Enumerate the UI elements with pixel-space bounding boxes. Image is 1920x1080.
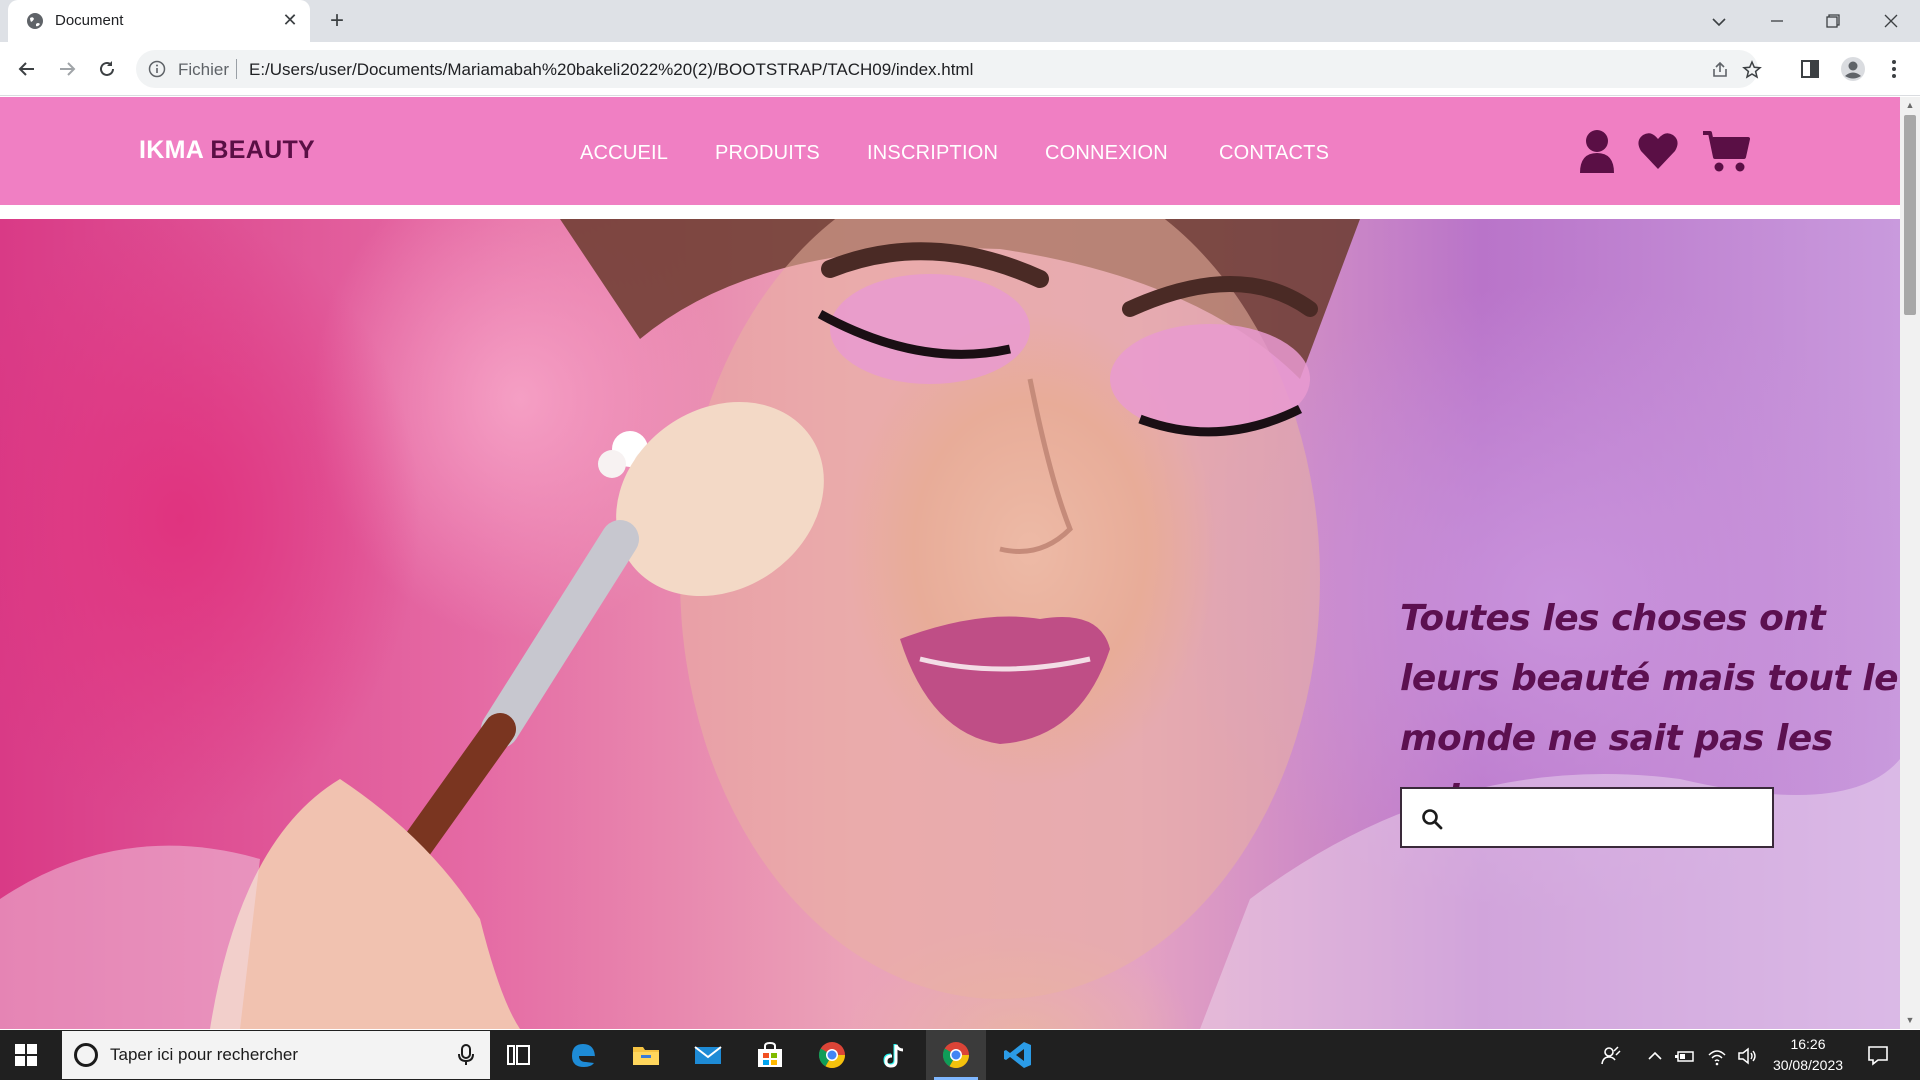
taskbar-search[interactable]: Taper ici pour rechercher <box>62 1031 490 1079</box>
wifi-icon[interactable] <box>1706 1045 1728 1067</box>
scroll-down-icon[interactable]: ▼ <box>1905 1015 1915 1025</box>
share-icon[interactable] <box>1710 60 1730 80</box>
search-input[interactable] <box>1458 797 1758 837</box>
page-scrollbar[interactable]: ▲ ▼ <box>1900 97 1920 1029</box>
forward-button[interactable] <box>54 56 80 82</box>
restore-button[interactable] <box>1818 6 1848 36</box>
browser-toolbar: Fichier E:/Users/user/Documents/Mariamab… <box>0 42 1920 96</box>
web-page: IKMA BEAUTY ACCUEIL PRODUITS INSCRIPTION… <box>0 97 1900 1029</box>
cart-icon[interactable] <box>1702 129 1750 173</box>
clock-date: 30/08/2023 <box>1772 1057 1844 1073</box>
tab-search-icon[interactable] <box>1704 6 1734 36</box>
reload-button[interactable] <box>94 56 120 82</box>
windows-taskbar: Taper ici pour rechercher 16:26 30/08/20… <box>0 1030 1920 1080</box>
clock-time: 16:26 <box>1790 1036 1826 1052</box>
nav-link-contacts[interactable]: CONTACTS <box>1219 142 1329 165</box>
globe-icon <box>27 13 43 29</box>
nav-link-accueil[interactable]: ACCUEIL <box>580 142 668 165</box>
taskbar-search-placeholder: Taper ici pour rechercher <box>110 1045 299 1064</box>
battery-icon[interactable] <box>1674 1045 1696 1067</box>
user-icon[interactable] <box>1578 129 1616 173</box>
browser-tab-strip: Document ✕ + <box>0 0 1920 42</box>
nav-link-connexion[interactable]: CONNEXION <box>1045 142 1168 165</box>
minimize-button[interactable] <box>1762 6 1792 36</box>
chrome-icon[interactable] <box>802 1030 862 1080</box>
profile-icon[interactable] <box>1840 56 1866 82</box>
address-separator <box>236 59 237 79</box>
nav-link-produits[interactable]: PRODUITS <box>715 142 820 165</box>
logo-text-beauty: BEAUTY <box>210 136 315 164</box>
hero-banner: Toutes les choses ont leurs beauté mais … <box>0 219 1900 1029</box>
vscode-icon[interactable] <box>988 1030 1048 1080</box>
close-window-button[interactable] <box>1876 6 1906 36</box>
hero-search[interactable] <box>1400 787 1774 848</box>
store-icon[interactable] <box>740 1030 800 1080</box>
mail-icon[interactable] <box>678 1030 738 1080</box>
cortana-icon <box>74 1043 98 1067</box>
people-icon[interactable] <box>1600 1045 1622 1067</box>
windows-start-icon[interactable] <box>14 1043 38 1067</box>
chevron-up-icon[interactable] <box>1644 1045 1666 1067</box>
search-icon <box>1422 809 1443 830</box>
task-view-icon[interactable] <box>490 1030 550 1080</box>
heart-icon[interactable] <box>1637 129 1679 173</box>
tiktok-icon[interactable] <box>864 1030 924 1080</box>
logo-text-ikma: IKMA <box>139 136 204 164</box>
address-bar[interactable]: Fichier E:/Users/user/Documents/Mariamab… <box>136 50 1762 88</box>
edge-icon[interactable] <box>554 1030 614 1080</box>
back-button[interactable] <box>14 56 40 82</box>
site-logo[interactable]: IKMA BEAUTY <box>139 136 315 165</box>
tab-title: Document <box>55 12 124 29</box>
side-panel-icon[interactable] <box>1797 56 1823 82</box>
close-tab-icon[interactable]: ✕ <box>280 10 300 30</box>
scroll-thumb[interactable] <box>1904 115 1916 315</box>
scroll-up-icon[interactable]: ▲ <box>1905 100 1915 110</box>
browser-tab[interactable]: Document ✕ <box>8 0 310 42</box>
notification-icon[interactable] <box>1866 1043 1890 1067</box>
more-menu-icon[interactable] <box>1881 56 1907 82</box>
file-explorer-icon[interactable] <box>616 1030 676 1080</box>
microphone-icon[interactable] <box>454 1043 478 1067</box>
chrome-active-icon[interactable] <box>926 1030 986 1080</box>
site-header: IKMA BEAUTY ACCUEIL PRODUITS INSCRIPTION… <box>0 97 1900 205</box>
address-url[interactable]: E:/Users/user/Documents/Mariamabah%20bak… <box>249 60 973 80</box>
info-icon[interactable] <box>148 60 166 78</box>
new-tab-button[interactable]: + <box>324 8 350 34</box>
volume-icon[interactable] <box>1736 1045 1758 1067</box>
bookmark-star-icon[interactable] <box>1742 60 1762 80</box>
system-clock[interactable]: 16:26 30/08/2023 <box>1768 1034 1848 1076</box>
address-scheme-label: Fichier <box>178 60 230 79</box>
nav-link-inscription[interactable]: INSCRIPTION <box>867 142 998 165</box>
